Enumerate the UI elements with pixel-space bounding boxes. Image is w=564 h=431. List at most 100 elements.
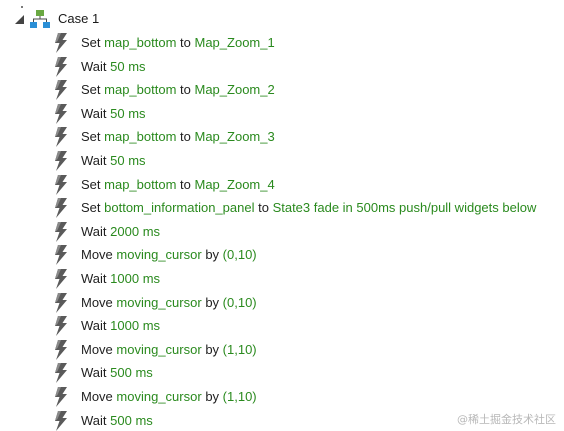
action-text: Move moving_cursor by (0,10) xyxy=(81,244,257,266)
action-verb: Wait xyxy=(81,58,107,74)
lightning-bolt-icon xyxy=(55,387,67,407)
action-row[interactable]: Set map_bottom to Map_Zoom_4 xyxy=(52,174,275,196)
action-row[interactable]: Set map_bottom to Map_Zoom_3 xyxy=(52,126,275,148)
action-text: Wait 50 ms xyxy=(81,56,146,78)
action-row[interactable]: Wait 500 ms xyxy=(52,362,153,384)
action-value: 50 ms xyxy=(110,105,146,121)
action-value: 500 ms xyxy=(110,412,153,428)
action-verb: Wait xyxy=(81,105,107,121)
action-verb: Wait xyxy=(81,365,107,381)
lightning-bolt-icon xyxy=(55,292,67,313)
lightning-bolt-icon xyxy=(55,56,67,77)
action-text: Move moving_cursor by (1,10) xyxy=(81,339,257,361)
lightning-bolt-icon xyxy=(55,245,67,266)
action-connector: to xyxy=(258,200,269,216)
action-row[interactable]: Wait 2000 ms xyxy=(52,221,160,243)
action-value: (1,10) xyxy=(222,341,257,357)
action-verb: Wait xyxy=(81,153,107,168)
sitemap-icon xyxy=(30,10,50,28)
case-label: Case 1 xyxy=(58,11,100,26)
action-row[interactable]: Wait 50 ms xyxy=(52,103,146,125)
action-connector: to xyxy=(180,176,191,192)
action-target: bottom_information_panel xyxy=(104,200,255,216)
action-row[interactable]: Move moving_cursor by (1,10) xyxy=(52,386,257,408)
triangle-expanded-icon[interactable] xyxy=(15,15,24,24)
lightning-bolt-icon xyxy=(55,103,67,124)
action-verb: Move xyxy=(81,247,113,263)
action-row[interactable]: Set bottom_information_panel to State3 f… xyxy=(52,197,536,219)
action-verb: Set xyxy=(81,129,101,145)
action-row[interactable]: Set map_bottom to Map_Zoom_1 xyxy=(52,32,275,54)
action-row[interactable]: Wait 1000 ms xyxy=(52,268,160,290)
lightning-bolt-icon xyxy=(55,221,67,242)
lightning-bolt-icon xyxy=(55,127,67,148)
action-connector: by xyxy=(205,247,220,263)
action-verb: Move xyxy=(81,389,113,404)
action-text: Set map_bottom to Map_Zoom_3 xyxy=(81,126,275,148)
action-text: Wait 50 ms xyxy=(81,103,146,125)
action-row[interactable]: Wait 50 ms xyxy=(52,56,146,78)
action-value: 1000 ms xyxy=(110,318,161,334)
lightning-bolt-icon xyxy=(55,198,67,219)
action-text: Set map_bottom to Map_Zoom_2 xyxy=(81,79,275,101)
action-connector: by xyxy=(205,341,220,357)
action-value: (0,10) xyxy=(222,294,257,310)
action-value: Map_Zoom_4 xyxy=(194,176,275,192)
action-target: moving_cursor xyxy=(116,389,202,404)
action-value: State3 fade in 500ms push/pull widgets b… xyxy=(272,200,537,216)
action-connector: to xyxy=(180,35,191,50)
action-value: 50 ms xyxy=(110,153,146,168)
action-verb: Set xyxy=(81,176,101,192)
action-text: Move moving_cursor by (1,10) xyxy=(81,386,257,408)
action-value: Map_Zoom_1 xyxy=(194,35,275,50)
action-target: map_bottom xyxy=(104,176,177,192)
action-target: moving_cursor xyxy=(116,341,202,357)
action-target: moving_cursor xyxy=(116,294,202,310)
action-target: map_bottom xyxy=(104,129,177,145)
action-text: Set bottom_information_panel to State3 f… xyxy=(81,197,536,219)
action-verb: Wait xyxy=(81,318,107,334)
lightning-bolt-icon xyxy=(55,316,67,337)
action-row[interactable]: Wait 500 ms xyxy=(52,410,153,431)
action-target: map_bottom xyxy=(104,82,177,98)
lightning-bolt-icon xyxy=(55,80,67,101)
action-value: (0,10) xyxy=(222,247,257,263)
action-text: Wait 1000 ms xyxy=(81,315,160,337)
action-value: Map_Zoom_2 xyxy=(194,82,275,98)
action-target: map_bottom xyxy=(104,35,177,50)
lightning-bolt-icon xyxy=(55,339,67,360)
action-row[interactable]: Move moving_cursor by (0,10) xyxy=(52,244,257,266)
action-verb: Set xyxy=(81,35,101,50)
action-text: Wait 500 ms xyxy=(81,362,153,384)
action-verb: Wait xyxy=(81,271,107,286)
action-text: Wait 50 ms xyxy=(81,150,146,172)
action-value: 2000 ms xyxy=(110,223,161,239)
action-row[interactable]: Move moving_cursor by (0,10) xyxy=(52,292,257,314)
action-text: Wait 1000 ms xyxy=(81,268,160,290)
lightning-bolt-icon xyxy=(55,363,67,384)
lightning-bolt-icon xyxy=(55,410,67,431)
action-value: 500 ms xyxy=(110,365,153,381)
interaction-tree: Case 1 Set map_bottom to Map_Zoom_1 Wait … xyxy=(0,0,564,431)
action-row[interactable]: Wait 50 ms xyxy=(52,150,146,172)
action-connector: by xyxy=(205,294,220,310)
action-verb: Set xyxy=(81,200,101,216)
action-row[interactable]: Wait 1000 ms xyxy=(52,315,160,337)
watermark-text: @稀土掘金技术社区 xyxy=(457,413,556,426)
action-verb: Wait xyxy=(81,412,107,428)
action-row[interactable]: Move moving_cursor by (1,10) xyxy=(52,339,257,361)
action-verb: Move xyxy=(81,341,113,357)
action-target: moving_cursor xyxy=(116,247,202,263)
lightning-bolt-icon xyxy=(55,33,67,53)
tree-guide-dot xyxy=(21,6,23,8)
action-row[interactable]: Set map_bottom to Map_Zoom_2 xyxy=(52,79,275,101)
lightning-bolt-icon xyxy=(55,269,67,289)
action-connector: to xyxy=(180,129,191,145)
action-verb: Move xyxy=(81,294,113,310)
action-text: Set map_bottom to Map_Zoom_4 xyxy=(81,174,275,196)
action-text: Wait 2000 ms xyxy=(81,221,160,243)
action-value: (1,10) xyxy=(222,389,257,404)
lightning-bolt-icon xyxy=(55,151,67,171)
action-value: 1000 ms xyxy=(110,271,161,286)
action-value: Map_Zoom_3 xyxy=(194,129,275,145)
